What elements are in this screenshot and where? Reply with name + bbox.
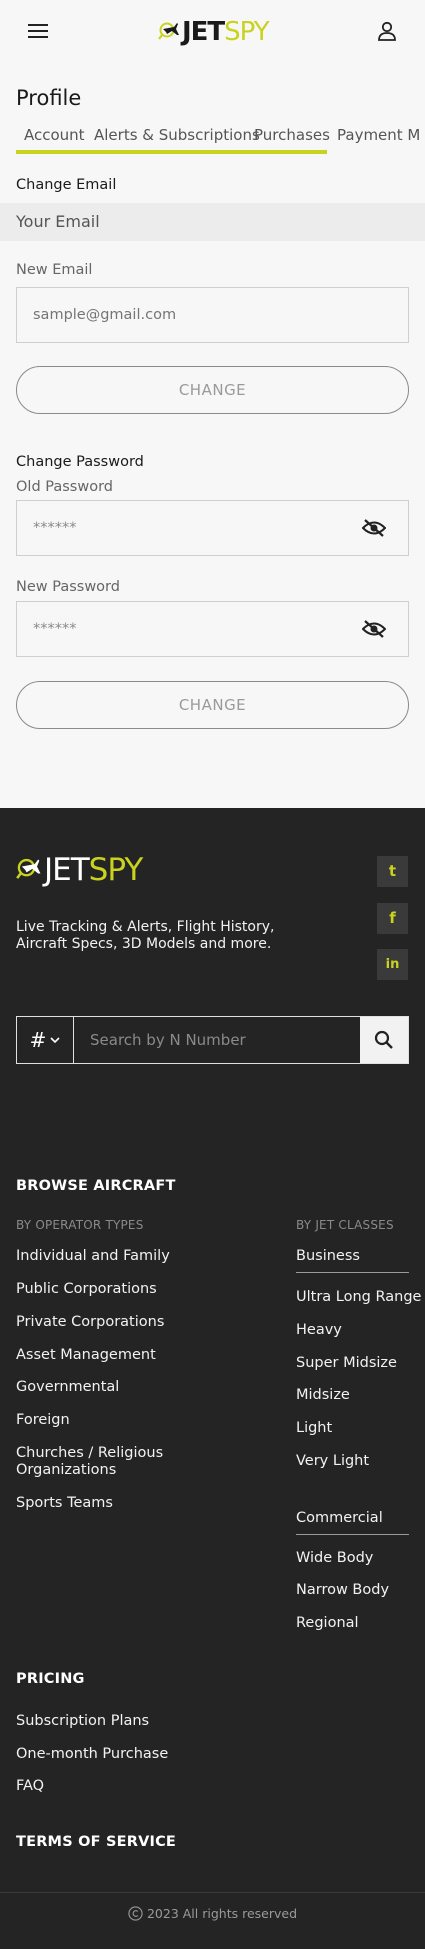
header: JETSPY bbox=[0, 0, 425, 62]
operator-types-label: BY OPERATOR TYPES bbox=[16, 1218, 144, 1232]
search-type-dropdown[interactable]: # bbox=[17, 1017, 74, 1063]
user-icon[interactable] bbox=[376, 20, 398, 42]
operator-link[interactable]: Individual and Family bbox=[16, 1248, 170, 1265]
search-input[interactable] bbox=[74, 1017, 360, 1063]
new-password-input[interactable]: ****** bbox=[16, 601, 409, 657]
footer-logo[interactable]: JETSPY bbox=[16, 852, 143, 888]
old-password-label: Old Password bbox=[16, 479, 113, 495]
jet-classes-label: BY JET CLASSES bbox=[296, 1218, 394, 1232]
old-password-value: ****** bbox=[33, 520, 77, 536]
old-password-input[interactable]: ****** bbox=[16, 500, 409, 556]
jet-class-link[interactable]: Heavy bbox=[296, 1322, 342, 1339]
jet-class-link[interactable]: Super Midsize bbox=[296, 1355, 397, 1372]
hash-icon: # bbox=[29, 1028, 47, 1052]
change-password-label: Change Password bbox=[16, 454, 144, 470]
jet-class-link[interactable]: Ultra Long Range bbox=[296, 1289, 421, 1306]
copyright: 2023 All rights reserved bbox=[0, 1906, 425, 1921]
footer-logo-text: JETSPY bbox=[44, 852, 143, 888]
logo[interactable]: JETSPY bbox=[158, 17, 270, 47]
twitter-icon[interactable]: t bbox=[377, 856, 408, 887]
search-button[interactable] bbox=[360, 1017, 408, 1063]
pricing-heading: PRICING bbox=[16, 1671, 85, 1687]
menu-icon[interactable] bbox=[28, 22, 50, 40]
search-bar: # bbox=[16, 1016, 409, 1064]
change-password-button[interactable]: CHANGE bbox=[16, 681, 409, 729]
tab-active-indicator bbox=[16, 150, 327, 154]
copyright-icon bbox=[128, 1906, 143, 1921]
operator-link[interactable]: Asset Management bbox=[16, 1347, 156, 1364]
operator-link[interactable]: Sports Teams bbox=[16, 1495, 113, 1512]
jet-class-link[interactable]: Very Light bbox=[296, 1453, 369, 1470]
new-password-value: ****** bbox=[33, 621, 77, 637]
jet-class-link[interactable]: Narrow Body bbox=[296, 1582, 389, 1599]
plane-search-icon bbox=[16, 858, 41, 879]
operator-link[interactable]: Foreign bbox=[16, 1412, 70, 1429]
page-title: Profile bbox=[16, 86, 82, 110]
plane-search-icon bbox=[158, 22, 179, 40]
operator-link[interactable]: Private Corporations bbox=[16, 1314, 164, 1331]
new-email-input[interactable] bbox=[16, 287, 409, 343]
jet-class-link[interactable]: Light bbox=[296, 1420, 332, 1437]
change-email-label: Change Email bbox=[16, 177, 117, 193]
business-class-header[interactable]: Business bbox=[296, 1248, 409, 1273]
jet-class-link[interactable]: Wide Body bbox=[296, 1550, 373, 1567]
copyright-text: 2023 All rights reserved bbox=[146, 1906, 297, 1921]
operator-link[interactable]: Governmental bbox=[16, 1379, 119, 1396]
eye-off-icon[interactable] bbox=[362, 618, 386, 640]
browse-aircraft-heading: BROWSE AIRCRAFT bbox=[16, 1178, 176, 1194]
search-icon bbox=[374, 1030, 393, 1049]
pricing-link[interactable]: Subscription Plans bbox=[16, 1713, 149, 1730]
commercial-class-header[interactable]: Commercial bbox=[296, 1510, 409, 1535]
jet-class-link[interactable]: Regional bbox=[296, 1615, 359, 1632]
tab-payment[interactable]: Payment M bbox=[337, 126, 420, 154]
facebook-icon[interactable]: f bbox=[377, 903, 408, 934]
linkedin-icon[interactable]: in bbox=[377, 949, 408, 980]
new-email-label: New Email bbox=[16, 262, 93, 278]
eye-off-icon[interactable] bbox=[362, 517, 386, 539]
operator-link[interactable]: Public Corporations bbox=[16, 1281, 157, 1298]
terms-of-service-link[interactable]: TERMS OF SERVICE bbox=[16, 1834, 176, 1850]
current-email: Your Email bbox=[0, 203, 425, 241]
pricing-link[interactable]: One-month Purchase bbox=[16, 1746, 168, 1763]
logo-text: JETSPY bbox=[182, 17, 270, 47]
footer-divider bbox=[0, 1892, 425, 1893]
chevron-down-icon bbox=[50, 1036, 60, 1043]
change-email-button[interactable]: CHANGE bbox=[16, 366, 409, 414]
pricing-link[interactable]: FAQ bbox=[16, 1778, 44, 1795]
footer: JETSPY Live Tracking & Alerts, Flight Hi… bbox=[0, 808, 425, 1949]
tagline: Live Tracking & Alerts, Flight History, … bbox=[16, 919, 275, 952]
operator-link[interactable]: Churches / Religious Organizations bbox=[16, 1445, 196, 1479]
new-password-label: New Password bbox=[16, 579, 120, 595]
jet-class-link[interactable]: Midsize bbox=[296, 1387, 350, 1404]
